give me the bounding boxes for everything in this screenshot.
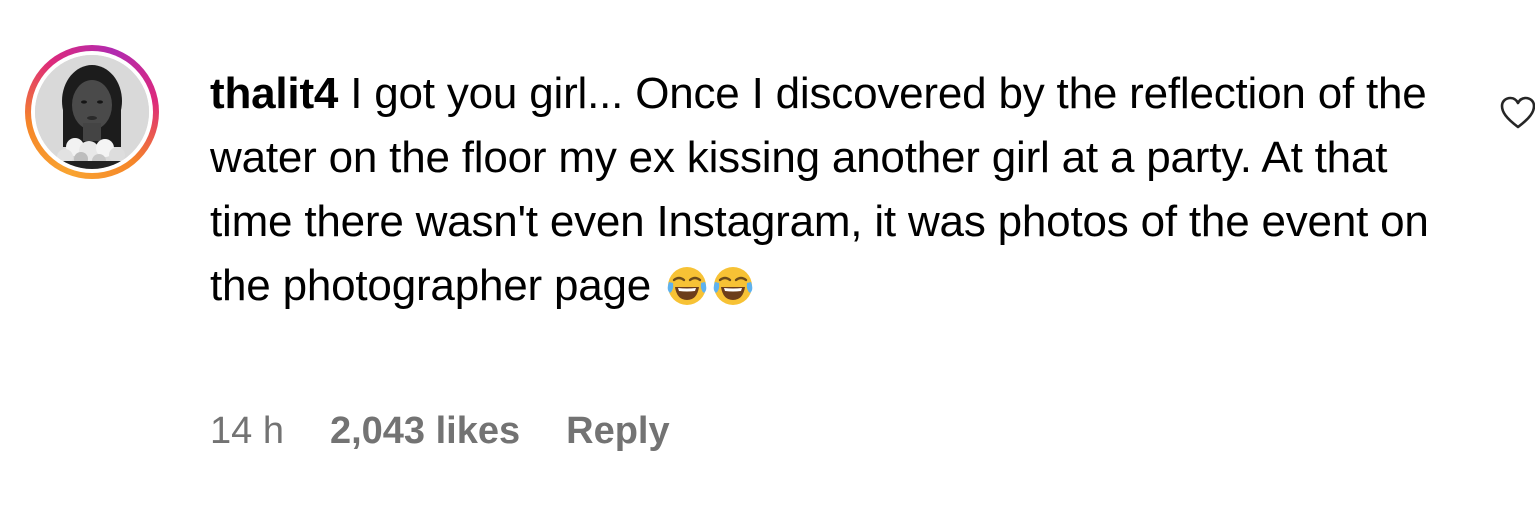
heart-icon[interactable] (1500, 96, 1535, 130)
face-with-tears-of-joy-icon (713, 267, 753, 305)
comment-likes-count[interactable]: 2,043 likes (330, 410, 520, 453)
reply-button[interactable]: Reply (566, 410, 669, 453)
avatar-photo-icon (35, 55, 149, 169)
comment-item: thalit4 I got you girl... Once I discove… (0, 0, 1535, 514)
comment-timestamp[interactable]: 14 h (210, 410, 284, 453)
story-ring[interactable] (25, 45, 159, 179)
face-with-tears-of-joy-icon (667, 267, 707, 305)
avatar[interactable] (35, 55, 149, 169)
comment-meta: 14 h 2,043 likes Reply (210, 410, 670, 453)
comment-username[interactable]: thalit4 (210, 69, 338, 118)
comment-body: thalit4 I got you girl... Once I discove… (210, 62, 1450, 318)
comment-text: I got you girl... Once I discovered by t… (210, 69, 1429, 310)
